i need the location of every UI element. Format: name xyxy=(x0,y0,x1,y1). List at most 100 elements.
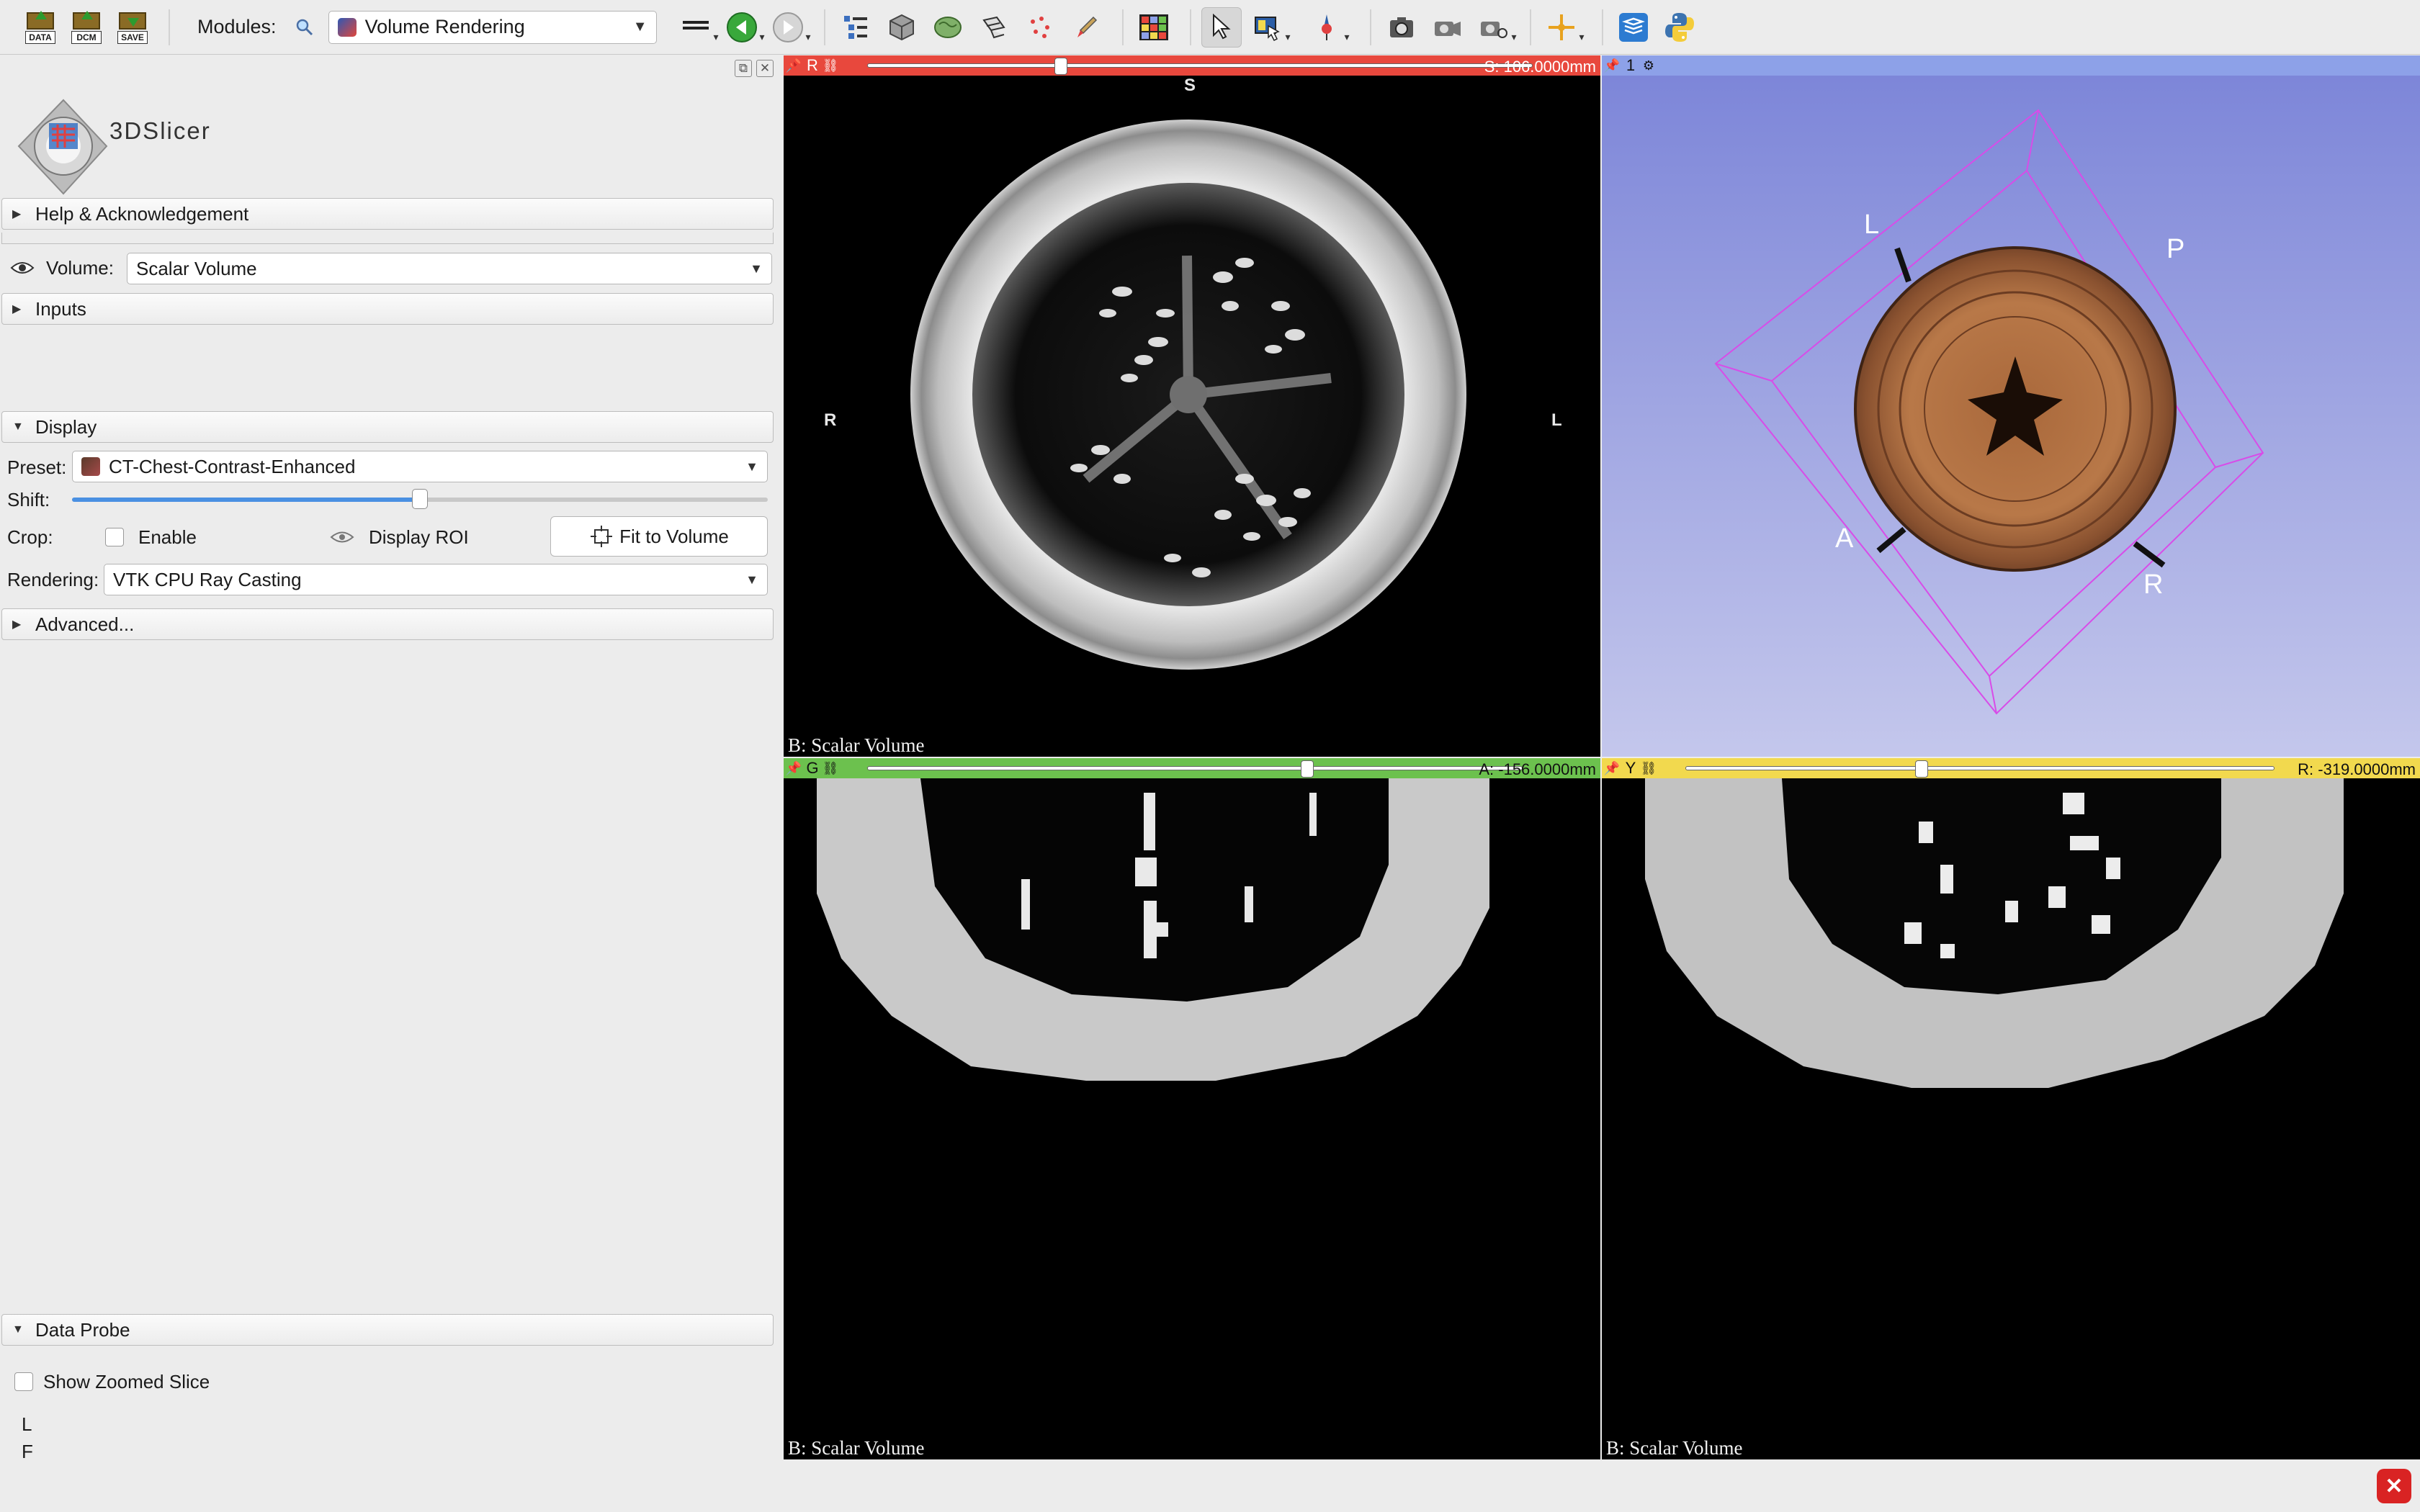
undock-icon[interactable]: ⧉ xyxy=(735,60,752,77)
threed-view-name: 1 xyxy=(1626,56,1636,74)
status-bar: ✕ xyxy=(0,1462,2420,1512)
red-offset-slider[interactable] xyxy=(867,58,1533,75)
pin-icon[interactable]: 📌 xyxy=(1602,58,1622,73)
display-roi-label: Display ROI xyxy=(369,526,469,548)
extension-manager-button[interactable] xyxy=(1613,7,1654,48)
models-module-button[interactable] xyxy=(928,7,968,48)
pin-icon[interactable]: 📌 xyxy=(1602,761,1622,776)
chevron-right-icon: ▶ xyxy=(12,208,22,220)
mouse-pointer-icon xyxy=(1212,13,1231,39)
layout-button[interactable] xyxy=(1134,7,1174,48)
display-section-header[interactable]: ▼ Display xyxy=(1,411,774,443)
editor-module-button[interactable] xyxy=(1066,7,1106,48)
logo-text: 3DSlicer xyxy=(109,117,211,144)
shift-slider-handle[interactable] xyxy=(412,489,428,509)
fiducial-points-icon xyxy=(1030,16,1049,38)
screenshot-button[interactable] xyxy=(1381,7,1422,48)
close-icon[interactable]: ✕ xyxy=(756,60,774,77)
dicom-button[interactable]: DCM xyxy=(66,7,107,48)
cube-icon xyxy=(889,14,914,40)
red-layer-label: B: Scalar Volume xyxy=(788,734,925,756)
module-search-button[interactable] xyxy=(287,7,323,48)
green-slice-controller: 📌 G ⛓ A: -156.0000mm xyxy=(784,758,1600,778)
dicom-icon-label: DCM xyxy=(71,30,102,44)
yellow-layer-label: B: Scalar Volume xyxy=(1606,1437,1743,1459)
chevron-down-icon: ▼ xyxy=(632,19,647,35)
four-up-layout-icon xyxy=(1139,14,1168,40)
help-section-header[interactable]: ▶ Help & Acknowledgement xyxy=(1,198,774,230)
toolbar-separator xyxy=(1189,9,1191,45)
rendering-method-selector[interactable]: VTK CPU Ray Casting ▼ xyxy=(104,564,768,595)
crop-enable-checkbox[interactable] xyxy=(105,528,124,546)
view-settings-icon[interactable]: ⚙ xyxy=(1639,58,1658,73)
volume-label: Volume: xyxy=(46,256,114,279)
yellow-offset-slider-handle[interactable] xyxy=(1915,760,1929,778)
green-slice-canvas[interactable]: B: Scalar Volume xyxy=(784,778,1600,1459)
threed-canvas[interactable]: L P A R xyxy=(1602,76,2420,757)
dropdown-arrow-icon: ▾ xyxy=(713,30,719,42)
link-icon[interactable]: ⛓ xyxy=(821,58,840,73)
load-data-button[interactable]: DATA xyxy=(20,7,60,48)
link-icon[interactable]: ⛓ xyxy=(1639,761,1658,776)
probe-line-l: L xyxy=(22,1413,32,1435)
link-icon[interactable]: ⛓ xyxy=(821,761,840,776)
fit-to-volume-button[interactable]: Fit to Volume xyxy=(550,516,768,557)
error-log-button[interactable]: ✕ xyxy=(2377,1469,2411,1503)
volume-rendering-icon xyxy=(337,17,357,37)
back-button[interactable]: ▾ xyxy=(722,7,765,48)
volume-selector[interactable]: Scalar Volume ▼ xyxy=(127,253,772,284)
scene-camera-icon xyxy=(1434,21,1461,36)
crosshair-button[interactable]: ▾ xyxy=(1541,7,1585,48)
forward-button[interactable]: ▾ xyxy=(768,7,811,48)
crop-enable-row: Enable xyxy=(105,522,197,552)
scene-restore-button[interactable]: ▾ xyxy=(1474,7,1517,48)
yellow-slice-view[interactable]: 📌 Y ⛓ R: -319.0000mm B: Scalar Volume xyxy=(1602,758,2420,1459)
red-offset-value: S: 106.0000mm xyxy=(1484,58,1596,76)
rendering-method-value: VTK CPU Ray Casting xyxy=(113,568,302,590)
inputs-section-label: Inputs xyxy=(35,297,86,320)
green-slice-view[interactable]: 📌 G ⛓ A: -156.0000mm B: Scalar Volume xyxy=(784,758,1600,1459)
place-fiducial-button[interactable]: ▾ xyxy=(1307,7,1350,48)
module-history-button[interactable]: ▾ xyxy=(676,7,719,48)
crop-label: Crop: xyxy=(7,526,53,548)
display-roi-row[interactable]: Display ROI xyxy=(328,522,469,552)
data-module-button[interactable] xyxy=(835,7,876,48)
yellow-offset-slider[interactable] xyxy=(1685,760,2275,778)
brain-model-icon xyxy=(933,16,962,38)
view-transform-mode-button[interactable] xyxy=(1201,6,1242,48)
scene-view-button[interactable] xyxy=(1428,7,1468,48)
chevron-down-icon: ▼ xyxy=(745,459,758,474)
threed-view[interactable]: 📌 1 ⚙ L P A R xyxy=(1602,55,2420,757)
shift-slider-fill xyxy=(72,498,420,502)
dropdown-arrow-icon: ▾ xyxy=(1511,30,1517,42)
green-offset-slider-handle[interactable] xyxy=(1300,760,1314,778)
place-markup-icon xyxy=(1321,14,1332,40)
red-slice-canvas[interactable]: S R L B: Scalar Volume xyxy=(784,76,1600,757)
yellow-slice-canvas[interactable]: B: Scalar Volume xyxy=(1602,778,2420,1459)
red-slice-view[interactable]: 📌 R ⛓ S: 106.0000mm S R L B: Scalar Volu… xyxy=(784,55,1600,757)
eye-icon[interactable] xyxy=(10,261,35,275)
markups-module-button[interactable] xyxy=(1020,7,1060,48)
red-offset-slider-handle[interactable] xyxy=(1054,58,1067,75)
python-console-button[interactable] xyxy=(1659,7,1700,48)
inputs-section-header[interactable]: ▶ Inputs xyxy=(1,293,774,325)
dropdown-arrow-icon: ▾ xyxy=(1344,30,1350,42)
yellow-slice-controller: 📌 Y ⛓ R: -319.0000mm xyxy=(1602,758,2420,778)
module-selector[interactable]: Volume Rendering ▼ xyxy=(328,10,657,44)
search-icon xyxy=(296,19,313,35)
paint-brush-icon xyxy=(1077,16,1097,37)
volumes-module-button[interactable] xyxy=(882,7,922,48)
save-button[interactable]: SAVE xyxy=(112,7,153,48)
transforms-module-button[interactable] xyxy=(974,7,1014,48)
preset-selector[interactable]: CT-Chest-Contrast-Enhanced ▼ xyxy=(72,451,768,482)
show-zoomed-slice-checkbox[interactable] xyxy=(14,1372,33,1391)
green-offset-slider[interactable] xyxy=(867,760,1523,778)
advanced-section-header[interactable]: ▶ Advanced... xyxy=(1,608,774,640)
shift-slider[interactable] xyxy=(72,489,768,509)
tree-list-icon xyxy=(843,15,867,39)
data-probe-section-header[interactable]: ▼ Data Probe xyxy=(1,1314,774,1346)
pin-icon[interactable]: 📌 xyxy=(784,761,804,776)
pin-icon[interactable]: 📌 xyxy=(784,58,804,73)
window-level-button[interactable]: ▾ xyxy=(1247,7,1291,48)
green-view-name: G xyxy=(806,759,819,777)
